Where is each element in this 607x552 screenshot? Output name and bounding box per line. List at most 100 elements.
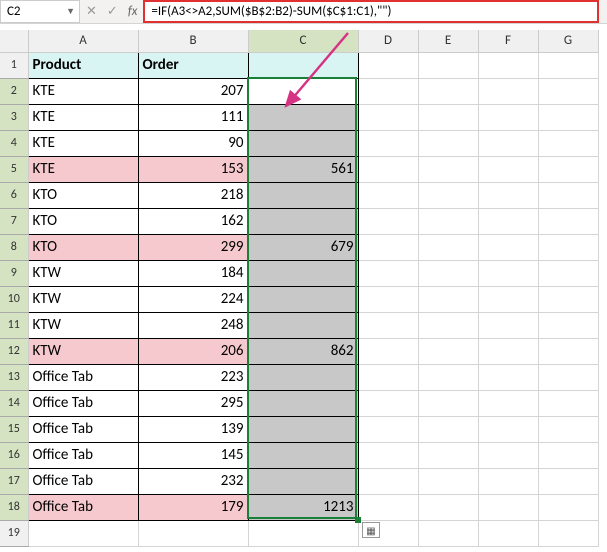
cell-subtotal[interactable]: [248, 468, 358, 494]
cell-subtotal[interactable]: [248, 416, 358, 442]
cell[interactable]: [418, 390, 478, 416]
cell[interactable]: [478, 364, 538, 390]
cell-order[interactable]: 184: [138, 260, 248, 286]
cell[interactable]: [478, 468, 538, 494]
cell[interactable]: [478, 416, 538, 442]
cell[interactable]: [358, 260, 418, 286]
header-order[interactable]: Order: [138, 52, 248, 78]
cell[interactable]: [138, 520, 248, 546]
cell-subtotal[interactable]: 679: [248, 234, 358, 260]
cell-subtotal[interactable]: [248, 130, 358, 156]
row-header[interactable]: 5: [0, 156, 28, 182]
col-header-a[interactable]: A: [28, 30, 138, 52]
cell[interactable]: [538, 312, 598, 338]
row-header[interactable]: 18: [0, 494, 28, 520]
cell[interactable]: [478, 260, 538, 286]
row-header[interactable]: 8: [0, 234, 28, 260]
cell-order[interactable]: 248: [138, 312, 248, 338]
cell-subtotal[interactable]: [248, 364, 358, 390]
cell[interactable]: [358, 338, 418, 364]
cell[interactable]: [418, 286, 478, 312]
formula-input[interactable]: =IF(A3<>A2,SUM($B$2:B2)-SUM($C$1:C1),""): [143, 0, 599, 23]
cell-subtotal[interactable]: [248, 104, 358, 130]
cell[interactable]: [478, 390, 538, 416]
cell[interactable]: [538, 364, 598, 390]
row-header[interactable]: 14: [0, 390, 28, 416]
row-header[interactable]: 7: [0, 208, 28, 234]
cell[interactable]: [358, 494, 418, 520]
col-header-e[interactable]: E: [418, 30, 478, 52]
col-header-g[interactable]: G: [538, 30, 598, 52]
cell[interactable]: [538, 442, 598, 468]
cell-product[interactable]: Office Tab: [28, 494, 138, 520]
cell[interactable]: [358, 442, 418, 468]
row-header[interactable]: 15: [0, 416, 28, 442]
cell[interactable]: [538, 286, 598, 312]
cell-product[interactable]: KTO: [28, 208, 138, 234]
cell[interactable]: [538, 390, 598, 416]
dropdown-icon[interactable]: ▼: [66, 6, 75, 17]
cell[interactable]: [418, 494, 478, 520]
cell[interactable]: [358, 364, 418, 390]
row-header[interactable]: 11: [0, 312, 28, 338]
cell-subtotal[interactable]: 1213: [248, 494, 358, 520]
row-header[interactable]: 10: [0, 286, 28, 312]
cell[interactable]: [418, 416, 478, 442]
cell-order[interactable]: 206: [138, 338, 248, 364]
row-header[interactable]: 9: [0, 260, 28, 286]
cell[interactable]: [418, 364, 478, 390]
cell[interactable]: [478, 442, 538, 468]
cell-product[interactable]: KTW: [28, 286, 138, 312]
cell[interactable]: [418, 338, 478, 364]
enter-icon[interactable]: ✓: [107, 4, 118, 19]
cell[interactable]: [358, 390, 418, 416]
cell[interactable]: [418, 468, 478, 494]
cell[interactable]: [248, 520, 358, 546]
cell-product[interactable]: Office Tab: [28, 468, 138, 494]
cell[interactable]: [538, 260, 598, 286]
cell[interactable]: [358, 104, 418, 130]
cell[interactable]: [358, 130, 418, 156]
cell-subtotal[interactable]: 862: [248, 338, 358, 364]
cell-product[interactable]: KTW: [28, 338, 138, 364]
row-header[interactable]: 2: [0, 78, 28, 104]
select-all-corner[interactable]: [0, 30, 28, 52]
cell[interactable]: [478, 208, 538, 234]
cell-order[interactable]: 179: [138, 494, 248, 520]
cell[interactable]: [478, 494, 538, 520]
fill-handle[interactable]: [355, 517, 361, 523]
cell[interactable]: [418, 156, 478, 182]
cell-product[interactable]: Office Tab: [28, 416, 138, 442]
header-c[interactable]: [248, 52, 358, 78]
cell[interactable]: [418, 130, 478, 156]
row-header[interactable]: 19: [0, 520, 28, 546]
cell[interactable]: [418, 312, 478, 338]
cell-order[interactable]: 153: [138, 156, 248, 182]
cell-subtotal[interactable]: [248, 260, 358, 286]
row-header[interactable]: 6: [0, 182, 28, 208]
cell[interactable]: [478, 312, 538, 338]
row-header[interactable]: 3: [0, 104, 28, 130]
cell-product[interactable]: KTE: [28, 156, 138, 182]
cell[interactable]: [358, 416, 418, 442]
cell[interactable]: [358, 52, 418, 78]
cell[interactable]: [538, 494, 598, 520]
cell-order[interactable]: 295: [138, 390, 248, 416]
cell[interactable]: [358, 208, 418, 234]
cell-product[interactable]: Office Tab: [28, 364, 138, 390]
cell[interactable]: [538, 52, 598, 78]
cell[interactable]: [538, 104, 598, 130]
cell-order[interactable]: 207: [138, 78, 248, 104]
cell[interactable]: [478, 520, 538, 546]
cell[interactable]: [538, 130, 598, 156]
cell-product[interactable]: KTE: [28, 130, 138, 156]
cell-subtotal[interactable]: [248, 312, 358, 338]
row-header[interactable]: 1: [0, 52, 28, 78]
cell[interactable]: [418, 104, 478, 130]
cell-subtotal[interactable]: [248, 182, 358, 208]
cell[interactable]: [538, 338, 598, 364]
cell[interactable]: [538, 156, 598, 182]
cell-product[interactable]: KTO: [28, 234, 138, 260]
name-box[interactable]: C2 ▼: [0, 0, 80, 23]
cell[interactable]: [478, 52, 538, 78]
